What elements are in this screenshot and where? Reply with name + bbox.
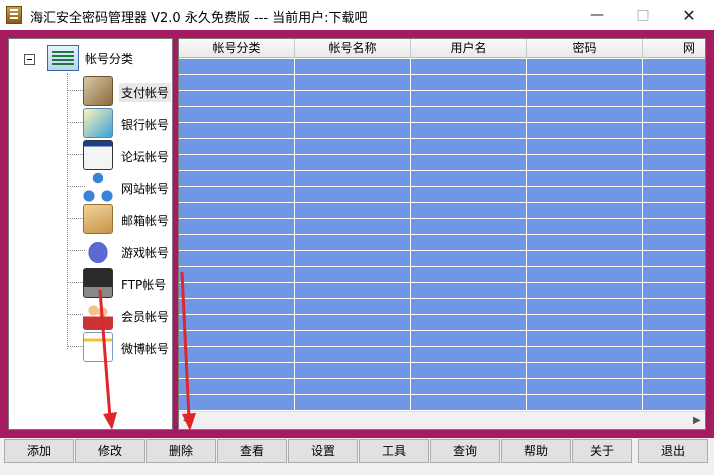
- forum-icon: [83, 140, 113, 170]
- category-root-icon: [47, 45, 79, 71]
- tree-item-label: 银行帐号: [121, 118, 170, 132]
- delete-button[interactable]: 删除: [146, 439, 216, 463]
- network-icon: [83, 172, 113, 202]
- computer-icon: [83, 268, 113, 298]
- window-title: 海汇安全密码管理器 V2.0 永久免费版 --- 当前用户:下载吧: [30, 11, 368, 26]
- close-button[interactable]: ✕: [666, 0, 712, 30]
- tree-item-website[interactable]: 网站帐号: [9, 171, 174, 203]
- users-icon: [83, 300, 113, 330]
- gamepad-icon: [83, 236, 113, 266]
- tree-item-label: FTP帐号: [121, 278, 167, 292]
- minimize-icon: —: [590, 7, 604, 23]
- mail-icon: [83, 204, 113, 234]
- column-header-username[interactable]: 用户名: [411, 39, 527, 58]
- view-button[interactable]: 查看: [217, 439, 287, 463]
- scroll-left-icon[interactable]: ◀: [183, 415, 191, 426]
- tree-item-game[interactable]: 游戏帐号: [9, 235, 174, 267]
- tree-item-payment[interactable]: 支付帐号: [9, 75, 174, 107]
- help-button[interactable]: 帮助: [501, 439, 571, 463]
- exit-button[interactable]: 退出: [638, 439, 708, 463]
- column-header-account-name[interactable]: 帐号名称: [295, 39, 411, 58]
- tree-item-mail[interactable]: 邮箱帐号: [9, 203, 174, 235]
- category-tree[interactable]: 帐号分类 支付帐号 银行帐号 论坛帐号 网站帐号 邮箱帐号 游戏帐号 FTP帐号…: [8, 38, 173, 430]
- tree-item-weibo[interactable]: 微博帐号: [9, 331, 174, 363]
- maximize-icon: □: [636, 7, 650, 23]
- column-header-category[interactable]: 帐号分类: [179, 39, 295, 58]
- horizontal-scrollbar[interactable]: ◀ ▶: [179, 411, 705, 429]
- tools-button[interactable]: 工具: [359, 439, 429, 463]
- tree-item-label: 支付帐号: [119, 83, 172, 102]
- tree-item-bank[interactable]: 银行帐号: [9, 107, 174, 139]
- tree-item-ftp[interactable]: FTP帐号: [9, 267, 174, 299]
- tree-item-label: 会员帐号: [121, 310, 170, 324]
- tree-item-label: 微博帐号: [121, 342, 170, 356]
- tree-item-label: 游戏帐号: [121, 246, 170, 260]
- title-bar: 海汇安全密码管理器 V2.0 永久免费版 --- 当前用户:下载吧 — □ ✕: [0, 0, 714, 30]
- main-frame: 帐号分类 支付帐号 银行帐号 论坛帐号 网站帐号 邮箱帐号 游戏帐号 FTP帐号…: [0, 30, 714, 438]
- payment-icon: [83, 76, 113, 106]
- toolbar: 添加 修改 删除 查看 设置 工具 查询 帮助 关于 退出: [0, 438, 714, 475]
- tree-item-label: 论坛帐号: [121, 150, 170, 164]
- close-icon: ✕: [682, 5, 696, 25]
- tree-item-label: 网站帐号: [121, 182, 170, 196]
- minimize-button[interactable]: —: [574, 0, 620, 30]
- tree-item-forum[interactable]: 论坛帐号: [9, 139, 174, 171]
- column-header-password[interactable]: 密码: [527, 39, 643, 58]
- edit-button[interactable]: 修改: [75, 439, 145, 463]
- tree-root-label[interactable]: 帐号分类: [85, 50, 133, 67]
- tree-item-member[interactable]: 会员帐号: [9, 299, 174, 331]
- scroll-right-icon[interactable]: ▶: [693, 415, 701, 426]
- tree-item-label: 邮箱帐号: [121, 214, 170, 228]
- app-icon: [6, 6, 22, 24]
- about-button[interactable]: 关于: [572, 439, 632, 463]
- query-button[interactable]: 查询: [430, 439, 500, 463]
- bank-card-icon: [83, 108, 113, 138]
- accounts-grid[interactable]: 帐号分类 帐号名称 用户名 密码 网 ◀ ▶: [178, 38, 706, 430]
- settings-button[interactable]: 设置: [288, 439, 358, 463]
- collapse-toggle[interactable]: [24, 54, 35, 65]
- grid-rows[interactable]: [179, 59, 705, 411]
- column-header-website[interactable]: 网: [643, 39, 705, 58]
- grid-header: 帐号分类 帐号名称 用户名 密码 网: [179, 39, 705, 58]
- maximize-button[interactable]: □: [620, 0, 666, 30]
- notepad-icon: [83, 332, 113, 362]
- add-button[interactable]: 添加: [4, 439, 74, 463]
